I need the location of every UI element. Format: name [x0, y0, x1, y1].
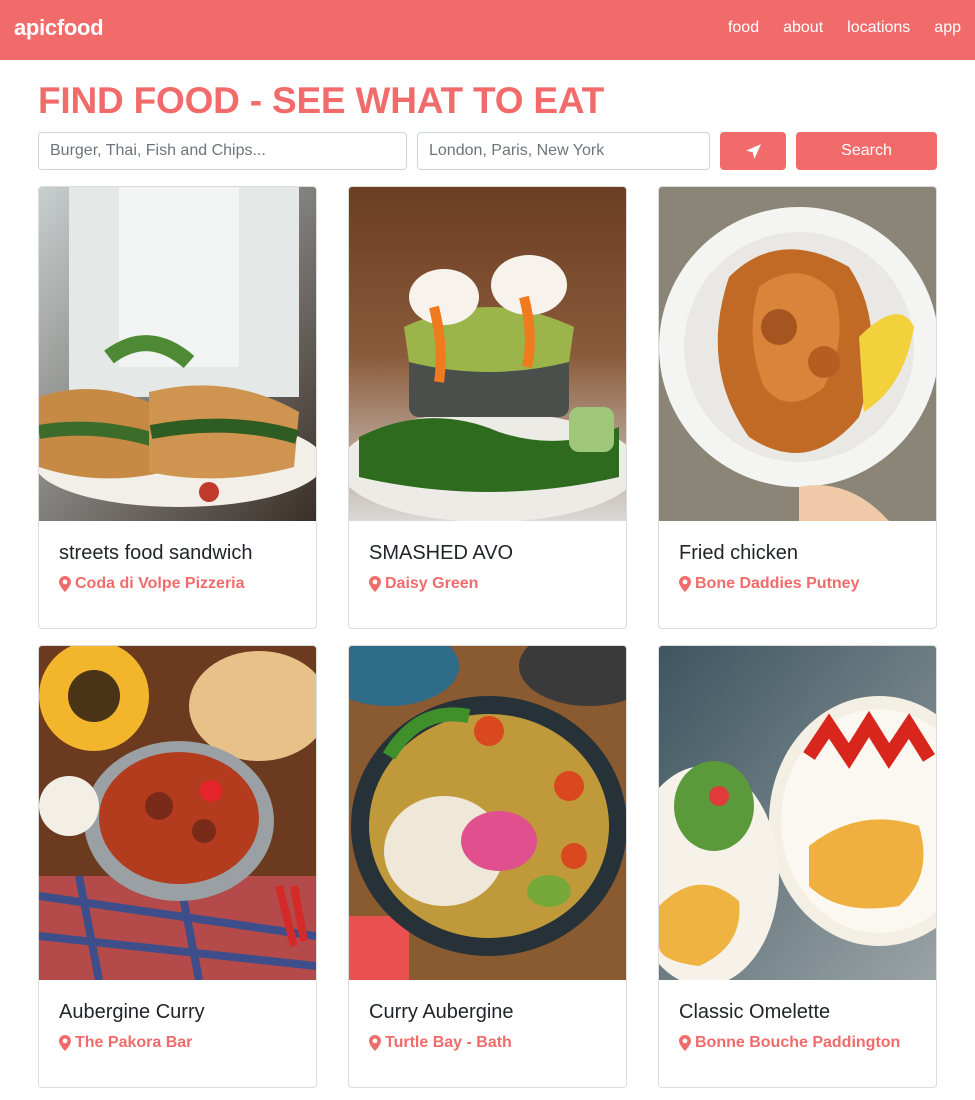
card-venue: Turtle Bay - Bath — [385, 1034, 512, 1051]
card-venue-link[interactable]: The Pakora Bar — [59, 1033, 296, 1053]
map-marker-icon — [369, 576, 381, 592]
food-card[interactable]: Aubergine Curry The Pakora Bar — [38, 645, 317, 1088]
food-search-input[interactable] — [38, 132, 407, 170]
location-arrow-icon — [745, 143, 761, 159]
map-marker-icon — [369, 1035, 381, 1051]
locate-me-button[interactable] — [720, 132, 786, 170]
food-card[interactable]: SMASHED AVO Daisy Green — [348, 186, 627, 629]
card-title: streets food sandwich — [59, 542, 253, 564]
search-button[interactable]: Search — [796, 132, 937, 170]
map-marker-icon — [679, 576, 691, 592]
sandwich-photo — [39, 187, 316, 521]
card-venue: Bonne Bouche Paddington — [695, 1034, 901, 1051]
omelette-photo — [659, 646, 936, 980]
page-title: FIND FOOD - SEE WHAT TO EAT — [38, 80, 605, 121]
card-venue: The Pakora Bar — [75, 1034, 193, 1051]
fried-chicken-photo — [659, 187, 936, 521]
food-card[interactable]: Curry Aubergine Turtle Bay - Bath — [348, 645, 627, 1088]
card-title: Fried chicken — [679, 542, 798, 564]
food-card[interactable]: streets food sandwich Coda di Volpe Pizz… — [38, 186, 317, 629]
nav-link-about[interactable]: about — [783, 19, 823, 37]
map-marker-icon — [679, 1035, 691, 1051]
brand-logo[interactable]: apicfood — [14, 15, 104, 41]
curry-bowl-photo — [349, 646, 626, 980]
card-venue-link[interactable]: Daisy Green — [369, 574, 606, 594]
card-title: SMASHED AVO — [369, 542, 514, 564]
card-venue: Daisy Green — [385, 575, 479, 592]
map-marker-icon — [59, 1035, 71, 1051]
card-title: Aubergine Curry — [59, 1001, 205, 1023]
card-venue: Coda di Volpe Pizzeria — [75, 575, 245, 592]
card-title: Curry Aubergine — [369, 1001, 514, 1023]
card-venue-link[interactable]: Turtle Bay - Bath — [369, 1033, 606, 1053]
nav-link-app[interactable]: app — [934, 19, 961, 37]
location-search-input[interactable] — [417, 132, 710, 170]
search-bar: Search — [38, 132, 937, 170]
card-venue-link[interactable]: Bonne Bouche Paddington — [679, 1033, 916, 1053]
nav-link-locations[interactable]: locations — [847, 19, 910, 37]
card-venue: Bone Daddies Putney — [695, 575, 860, 592]
card-venue-link[interactable]: Bone Daddies Putney — [679, 574, 916, 594]
map-marker-icon — [59, 576, 71, 592]
smashed-avo-photo — [349, 187, 626, 521]
food-card[interactable]: Classic Omelette Bonne Bouche Paddington — [658, 645, 937, 1088]
card-venue-link[interactable]: Coda di Volpe Pizzeria — [59, 574, 296, 594]
navbar: apicfood food about locations app — [0, 0, 975, 60]
card-title: Classic Omelette — [679, 1001, 831, 1023]
food-card[interactable]: Fried chicken Bone Daddies Putney — [658, 186, 937, 629]
aubergine-curry-photo — [39, 646, 316, 980]
nav-link-food[interactable]: food — [728, 19, 759, 37]
nav-links: food about locations app — [704, 19, 961, 37]
